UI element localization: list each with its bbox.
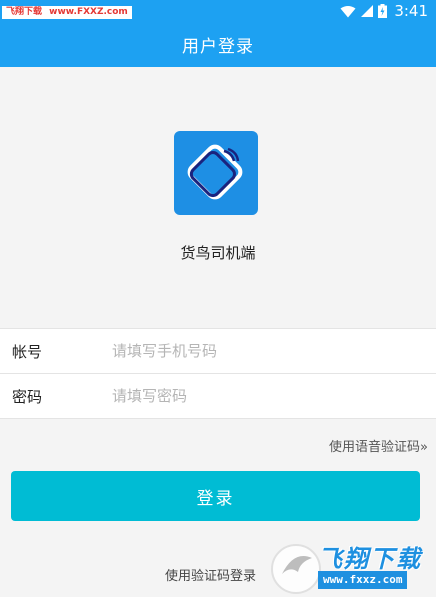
password-row: 密码 [0,373,436,419]
account-row: 帐号 [0,328,436,373]
watermark-top-cn: 飞翔下载 [6,7,43,17]
app-name: 货鸟司机端 [180,244,256,262]
password-input[interactable] [110,386,436,406]
watermark-top-url: www.FXXZ.com [49,7,128,17]
logo-diamond-icon [187,144,243,200]
app-logo [174,131,258,215]
account-input[interactable] [110,341,436,361]
password-label: 密码 [12,387,43,406]
login-button[interactable]: 登录 [11,471,420,521]
battery-icon [378,4,388,18]
signal-icon [361,5,374,17]
watermark-bottom-title: 飞翔下载 [318,545,422,573]
app-bar: 用户登录 [0,22,436,67]
page-title: 用户登录 [182,37,254,57]
voice-code-link[interactable]: 使用语音验证码» [329,436,428,455]
watermark-bottom-url: www.fxxz.com [318,571,408,589]
status-bar: 飞翔下载 www.FXXZ.com 3:41 [0,0,436,22]
watermark-top: 飞翔下载 www.FXXZ.com [2,6,132,19]
status-icons: 3:41 [340,0,428,22]
wifi-icon [340,5,356,17]
login-form: 帐号 密码 [0,328,436,419]
sms-code-login-link[interactable]: 使用验证码登录 [165,565,256,584]
status-time: 3:41 [394,2,428,20]
account-label: 帐号 [12,342,43,361]
